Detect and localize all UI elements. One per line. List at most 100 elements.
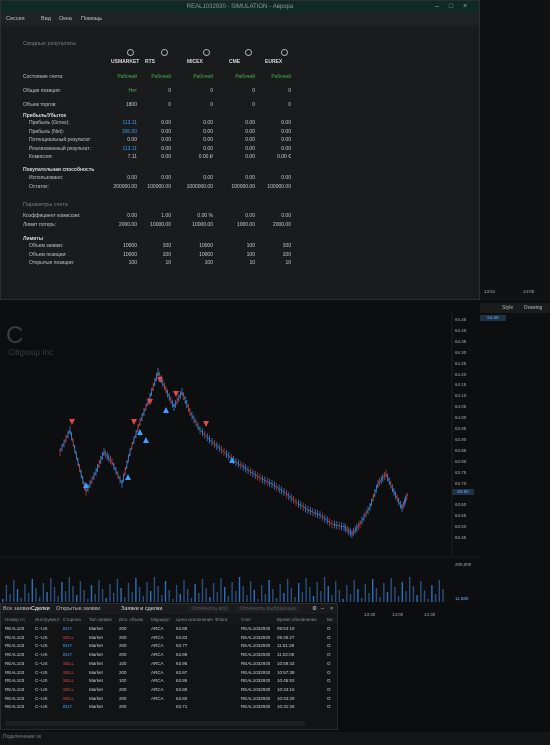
- table-cell: BUY: [63, 643, 73, 649]
- table-cell: O: [327, 704, 331, 710]
- table-cell: SELL: [63, 669, 75, 675]
- volume-bar: [216, 592, 218, 602]
- table-cell: C--US: [35, 678, 48, 684]
- price-tick: 63.60: [455, 502, 467, 508]
- row-value: 0.00: [203, 145, 213, 152]
- volume-bar: [401, 582, 403, 602]
- table-row[interactable]: REAL103 C--US BUY Market 200 ARCA 63.77 REAL103…: [1, 642, 337, 650]
- table-cell: 10:45:53: [277, 678, 295, 684]
- drawing-button[interactable]: Drawing: [524, 305, 542, 311]
- volume-bar: [383, 583, 385, 602]
- account-summary-window[interactable]: REAL1032930 - SIMULATION - Аврора – □ × …: [0, 0, 480, 300]
- close-icon[interactable]: ×: [461, 3, 469, 11]
- table-cell: REAL103: [5, 704, 25, 710]
- table-row[interactable]: REAL103 C--US BUY Market 200 63.71 REAL1032930…: [1, 703, 337, 711]
- buy-marker: [125, 474, 131, 480]
- table-cell: C--US: [35, 643, 48, 649]
- table-row[interactable]: REAL103 C--US SELL Market 200 ARCA 63.80 REAL10…: [1, 695, 337, 703]
- price-tick: 63.90: [455, 436, 467, 442]
- table-cell: 10:43:16: [277, 686, 295, 692]
- row-value: 0.00: [161, 120, 171, 126]
- menu-view[interactable]: Вид: [41, 16, 51, 22]
- row-label: Открытые позиции:: [29, 260, 75, 266]
- row-value: 2000.00: [118, 222, 137, 228]
- price-tick: 64.40: [455, 327, 467, 333]
- row-value: 100: [162, 243, 171, 249]
- cancel-selected-button[interactable]: Отменить выбранные: [237, 606, 299, 612]
- column-header: MICEX: [187, 59, 203, 65]
- table-cell: O: [327, 686, 331, 692]
- table-cell: REAL103: [5, 626, 25, 631]
- volume-bar: [138, 587, 141, 602]
- tab-all-orders[interactable]: Все заявки: [3, 606, 31, 612]
- price-chart[interactable]: [0, 312, 550, 604]
- table-cell: Market: [89, 626, 103, 631]
- volume-bar: [427, 599, 429, 602]
- row-value: 100: [282, 243, 291, 249]
- buy-marker: [229, 457, 235, 463]
- table-row[interactable]: REAL103 C--US SELL Market 100 ARCA 63.95 REAL10…: [1, 677, 337, 685]
- row-value: 0: [252, 88, 255, 94]
- table-cell: SELL: [63, 660, 75, 666]
- volume-bar: [286, 579, 289, 602]
- table-row[interactable]: REAL103 C--US SELL Market 200 ARCA 63.97 REAL10…: [1, 669, 337, 677]
- table-cell: REAL103: [5, 643, 25, 649]
- table-cell: ARCA: [151, 634, 164, 640]
- table-row[interactable]: REAL103 C--US SELL Market 100 ARCA 63.95 REAL10…: [1, 660, 337, 668]
- table-row[interactable]: REAL103 C--US SELL Market 200 ARCA 63.88 REAL10…: [1, 686, 337, 694]
- row-value: 0.00: [281, 213, 291, 219]
- table-cell: REAL103: [5, 634, 25, 640]
- minimize-icon[interactable]: –: [321, 606, 324, 612]
- tab-open-orders[interactable]: Открытые заявки: [56, 606, 100, 612]
- volume-bar: [72, 586, 74, 602]
- row-value: 10000.00: [150, 222, 171, 228]
- row-value: 0: [210, 102, 213, 108]
- window-titlebar[interactable]: REAL1032930 - SIMULATION - Аврора – □ ×: [1, 1, 479, 13]
- table-cell: REAL103: [5, 678, 25, 684]
- table-row[interactable]: REAL103 C--US BUY Market 200 ARCA 63.98 REAL103…: [1, 651, 337, 659]
- volume-bar: [342, 599, 344, 602]
- time-label: 14:30: [424, 612, 436, 617]
- menu-session[interactable]: Сессия: [6, 16, 25, 22]
- volume-bar: [331, 595, 333, 602]
- volume-bar: [20, 598, 22, 602]
- volume-bar: [272, 589, 274, 602]
- price-tick: 63.45: [455, 535, 467, 540]
- column-header: Номер сч: [5, 617, 25, 622]
- volume-bar: [131, 592, 133, 602]
- menu-windows[interactable]: Окна: [59, 16, 72, 22]
- volume-bar: [50, 578, 52, 602]
- price-tick: 63.80: [455, 458, 467, 464]
- table-cell: 63.80: [176, 695, 188, 701]
- minimize-icon[interactable]: –: [433, 3, 441, 11]
- cancel-all-button[interactable]: Отменить все: [189, 606, 231, 612]
- volume-bar: [175, 585, 178, 602]
- chart-toolbar: Style Drawing: [480, 303, 550, 313]
- gear-icon[interactable]: ⚙: [312, 606, 317, 612]
- close-icon[interactable]: ×: [330, 606, 333, 612]
- maximize-icon[interactable]: □: [447, 3, 455, 11]
- menu-help[interactable]: Помощь: [81, 16, 102, 22]
- row-value: 10000: [123, 251, 137, 258]
- volume-bar: [61, 582, 63, 602]
- orders-panel[interactable]: Все заявки Сделки Открытые заявки Заявки…: [0, 603, 338, 730]
- price-line: [59, 371, 409, 535]
- row-value: Рабочий: [235, 74, 255, 80]
- column-header: Исп. объем: [119, 617, 143, 622]
- volume-bar: [364, 584, 366, 602]
- orders-panel-title: Заявки и сделки: [121, 606, 163, 612]
- column-clock-icon: [203, 49, 210, 56]
- volume-bar: [368, 593, 370, 602]
- style-button[interactable]: Style: [502, 305, 513, 311]
- horizontal-scrollbar[interactable]: [5, 721, 305, 726]
- time-label: 14:00: [392, 612, 404, 617]
- table-row[interactable]: REAL103 C--US BUY Market 200 ARCA 63.88 REAL103…: [1, 625, 337, 633]
- price-tick: 64.30: [455, 349, 467, 355]
- table-row[interactable]: REAL103 C--US SELL Market 200 ARCA 63.83 REAL10…: [1, 634, 337, 642]
- volume-bar: [127, 583, 130, 602]
- row-value: 0: [210, 88, 213, 94]
- row-value: 0: [288, 102, 291, 108]
- volume-bar: [349, 594, 352, 602]
- volume-bar: [120, 588, 122, 602]
- tab-trades[interactable]: Сделки: [31, 606, 50, 612]
